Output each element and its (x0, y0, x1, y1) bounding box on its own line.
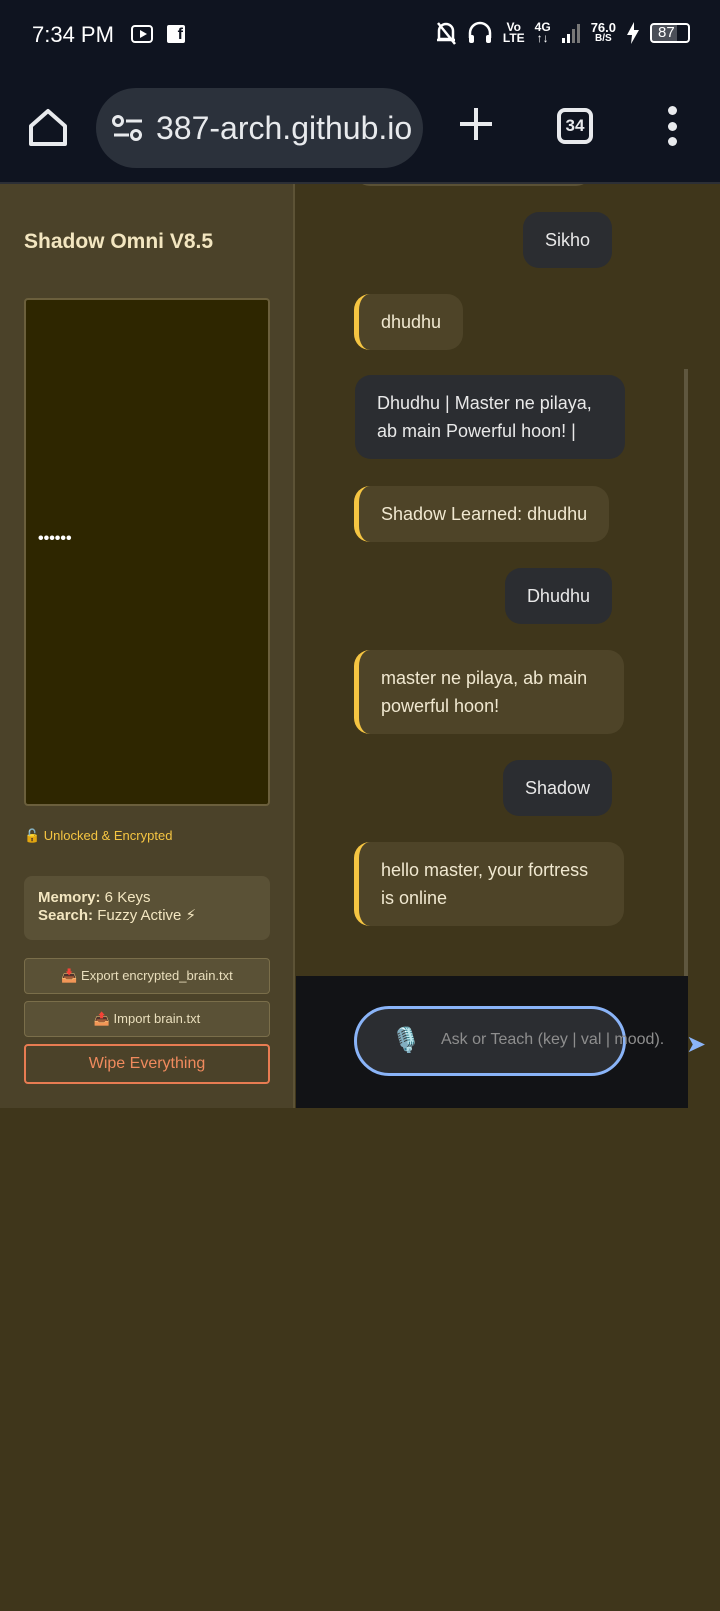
bot-message: master ne pilaya, ab main powerful hoon! (354, 650, 624, 734)
browser-toolbar: 387-arch.github.io 34 (0, 72, 720, 184)
user-message: Sikho (522, 212, 612, 268)
import-brain-button[interactable]: 📤 Import brain.txt (24, 1001, 270, 1037)
bot-message: Shadow Learned: dhudhu (354, 486, 610, 542)
tab-switcher-button[interactable]: 34 (557, 108, 593, 144)
user-message: Shadow (502, 760, 612, 816)
status-bar: 7:34 PM f Vo LTE 4G ↑↓ 76.0 B/S 87 (0, 0, 720, 72)
signal-strength-icon (561, 24, 580, 43)
stats-panel: Memory: 6 Keys Search: Fuzzy Active ⚡ (24, 876, 270, 940)
youtube-notification-icon (131, 25, 153, 43)
lock-status: 🔓 Unlocked & Encrypted (24, 828, 173, 843)
network-type-indicator: 4G ↑↓ (534, 20, 551, 45)
url-text[interactable]: 387-arch.github.io (156, 110, 412, 147)
memory-stat: Memory: 6 Keys (38, 889, 151, 906)
charging-bolt-icon (627, 22, 639, 44)
chat-input-bar: 🎙️ Ask or Teach (key | val | mood). (296, 976, 688, 1108)
facebook-notification-icon: f (167, 25, 185, 43)
wipe-everything-button[interactable]: Wipe Everything (24, 1044, 270, 1084)
user-message: Dhudhu | Master ne pilaya, ab main Power… (355, 375, 625, 459)
home-icon[interactable] (27, 106, 69, 148)
microphone-icon[interactable]: 🎙️ (391, 1027, 421, 1055)
chat-messages[interactable]: Sikho dhudhu Dhudhu | Master ne pilaya, … (296, 184, 688, 976)
site-settings-icon[interactable] (112, 114, 144, 142)
new-tab-icon[interactable] (456, 104, 496, 144)
headphones-icon (468, 21, 492, 43)
volte-indicator: Vo LTE (502, 20, 525, 45)
battery-indicator: 87 (650, 23, 690, 43)
send-icon[interactable]: ➤ (686, 1030, 706, 1059)
address-bar[interactable]: 387-arch.github.io (96, 88, 423, 168)
input-placeholder: Ask or Teach (key | val | mood). (441, 1031, 665, 1048)
bot-message: hello master, your fortress is online (354, 842, 624, 926)
status-indicators: Vo LTE 4G ↑↓ 76.0 B/S 87 (435, 20, 690, 46)
bot-message: dhudhu (354, 294, 464, 350)
visualizer-text: •••••• (38, 530, 72, 547)
browser-menu-icon[interactable] (664, 106, 680, 146)
net-speed-indicator: 76.0 B/S (590, 20, 616, 44)
search-stat: Search: Fuzzy Active ⚡ (38, 907, 197, 924)
status-time: 7:34 PM (32, 22, 114, 47)
status-app-icons: f (131, 25, 185, 43)
export-brain-button[interactable]: 📥 Export encrypted_brain.txt (24, 958, 270, 994)
chat-scrollbar[interactable] (684, 369, 688, 976)
visualizer-panel: •••••• (24, 298, 270, 806)
partial-message-edge (354, 184, 592, 186)
user-message: Dhudhu (504, 568, 612, 624)
chat-input[interactable]: 🎙️ Ask or Teach (key | val | mood). (354, 1006, 664, 1076)
bell-off-icon (436, 22, 456, 45)
app-title: Shadow Omni V8.5 (24, 230, 214, 253)
sidebar: Shadow Omni V8.5 •••••• 🔓 Unlocked & Enc… (0, 184, 295, 1108)
